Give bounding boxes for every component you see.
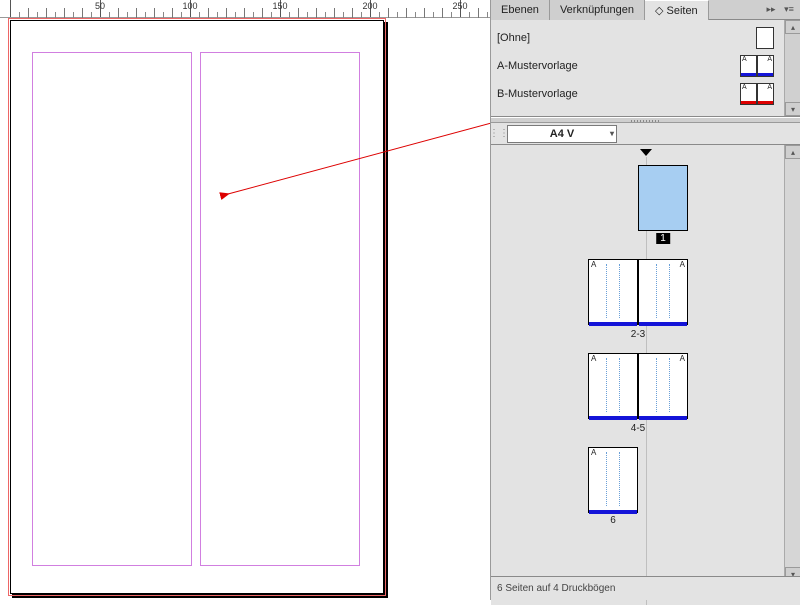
scroll-up-icon[interactable]: ▴ — [785, 145, 800, 159]
page-size-bar: ⋮⋮ A4 V ▾ — [491, 123, 800, 145]
status-text: 6 Seiten auf 4 Druckbögen — [497, 583, 615, 594]
pages-panel: Ebenen Verknüpfungen ◇ Seiten ▸▸ ▾≡ ▴ ▾ … — [490, 0, 800, 600]
page-thumb[interactable]: 1 — [638, 165, 688, 231]
master-row[interactable]: B-MustervorlageAA — [497, 80, 794, 108]
tab-links[interactable]: Verknüpfungen — [550, 0, 645, 20]
masters-scrollbar[interactable]: ▴ ▾ — [784, 20, 800, 116]
tab-layers[interactable]: Ebenen — [491, 0, 550, 20]
master-thumbnail[interactable]: AA — [740, 55, 774, 77]
page-thumb[interactable]: A — [588, 259, 638, 325]
page-size-select[interactable]: A4 V ▾ — [507, 125, 617, 143]
pages-scrollbar[interactable]: ▴ ▾ — [784, 145, 800, 581]
document-canvas[interactable] — [0, 18, 490, 600]
panel-menu-icon[interactable]: ▾≡ — [782, 3, 796, 17]
page-thumb[interactable]: A — [588, 353, 638, 419]
pane-divider[interactable] — [491, 117, 800, 123]
tab-pages-label: Seiten — [666, 5, 697, 17]
ruler-label: 100 — [182, 1, 197, 11]
panel-tabbar: Ebenen Verknüpfungen ◇ Seiten ▸▸ ▾≡ — [491, 0, 800, 20]
page-size-label: A4 V — [550, 128, 574, 140]
page-thumb[interactable]: A — [638, 259, 688, 325]
document-pages-pane[interactable]: 1AA2-3AA4-5A6 ▴ ▾ — [491, 145, 800, 605]
master-label: A-Mustervorlage — [497, 60, 740, 72]
master-thumbnail[interactable]: AA — [740, 83, 774, 105]
master-label: B-Mustervorlage — [497, 88, 740, 100]
tab-pages[interactable]: ◇ Seiten — [645, 0, 709, 20]
column-guide-left — [32, 52, 192, 566]
ruler-label: 50 — [95, 1, 105, 11]
spread-label: 4-5 — [588, 423, 688, 434]
collapse-icon[interactable]: ▸▸ — [764, 3, 778, 17]
ruler-label: 250 — [452, 1, 467, 11]
page-number: 6 — [589, 515, 637, 526]
tab-pages-prefix: ◇ — [655, 5, 663, 17]
page-number: 1 — [656, 233, 670, 244]
master-row[interactable]: A-MustervorlageAA — [497, 52, 794, 80]
column-guide-right — [200, 52, 360, 566]
panel-status: 6 Seiten auf 4 Druckbögen — [491, 576, 800, 600]
chevron-down-icon: ▾ — [610, 129, 614, 138]
spine-marker-icon — [640, 149, 652, 156]
master-thumbnail[interactable] — [756, 27, 774, 49]
master-row[interactable]: [Ohne] — [497, 24, 794, 52]
page-thumb[interactable]: A6 — [588, 447, 638, 513]
master-label: [Ohne] — [497, 32, 756, 44]
horizontal-ruler: 50 100 150 200 250 — [0, 0, 490, 18]
scroll-up-icon[interactable]: ▴ — [785, 20, 800, 34]
page-thumb[interactable]: A — [638, 353, 688, 419]
master-pages-list: ▴ ▾ [Ohne]A-MustervorlageAAB-Mustervorla… — [491, 20, 800, 117]
scroll-down-icon[interactable]: ▾ — [785, 102, 800, 116]
grip-icon[interactable]: ⋮⋮ — [491, 128, 507, 139]
ruler-label: 200 — [362, 1, 377, 11]
spread-label: 2-3 — [588, 329, 688, 340]
ruler-label: 150 — [272, 1, 287, 11]
